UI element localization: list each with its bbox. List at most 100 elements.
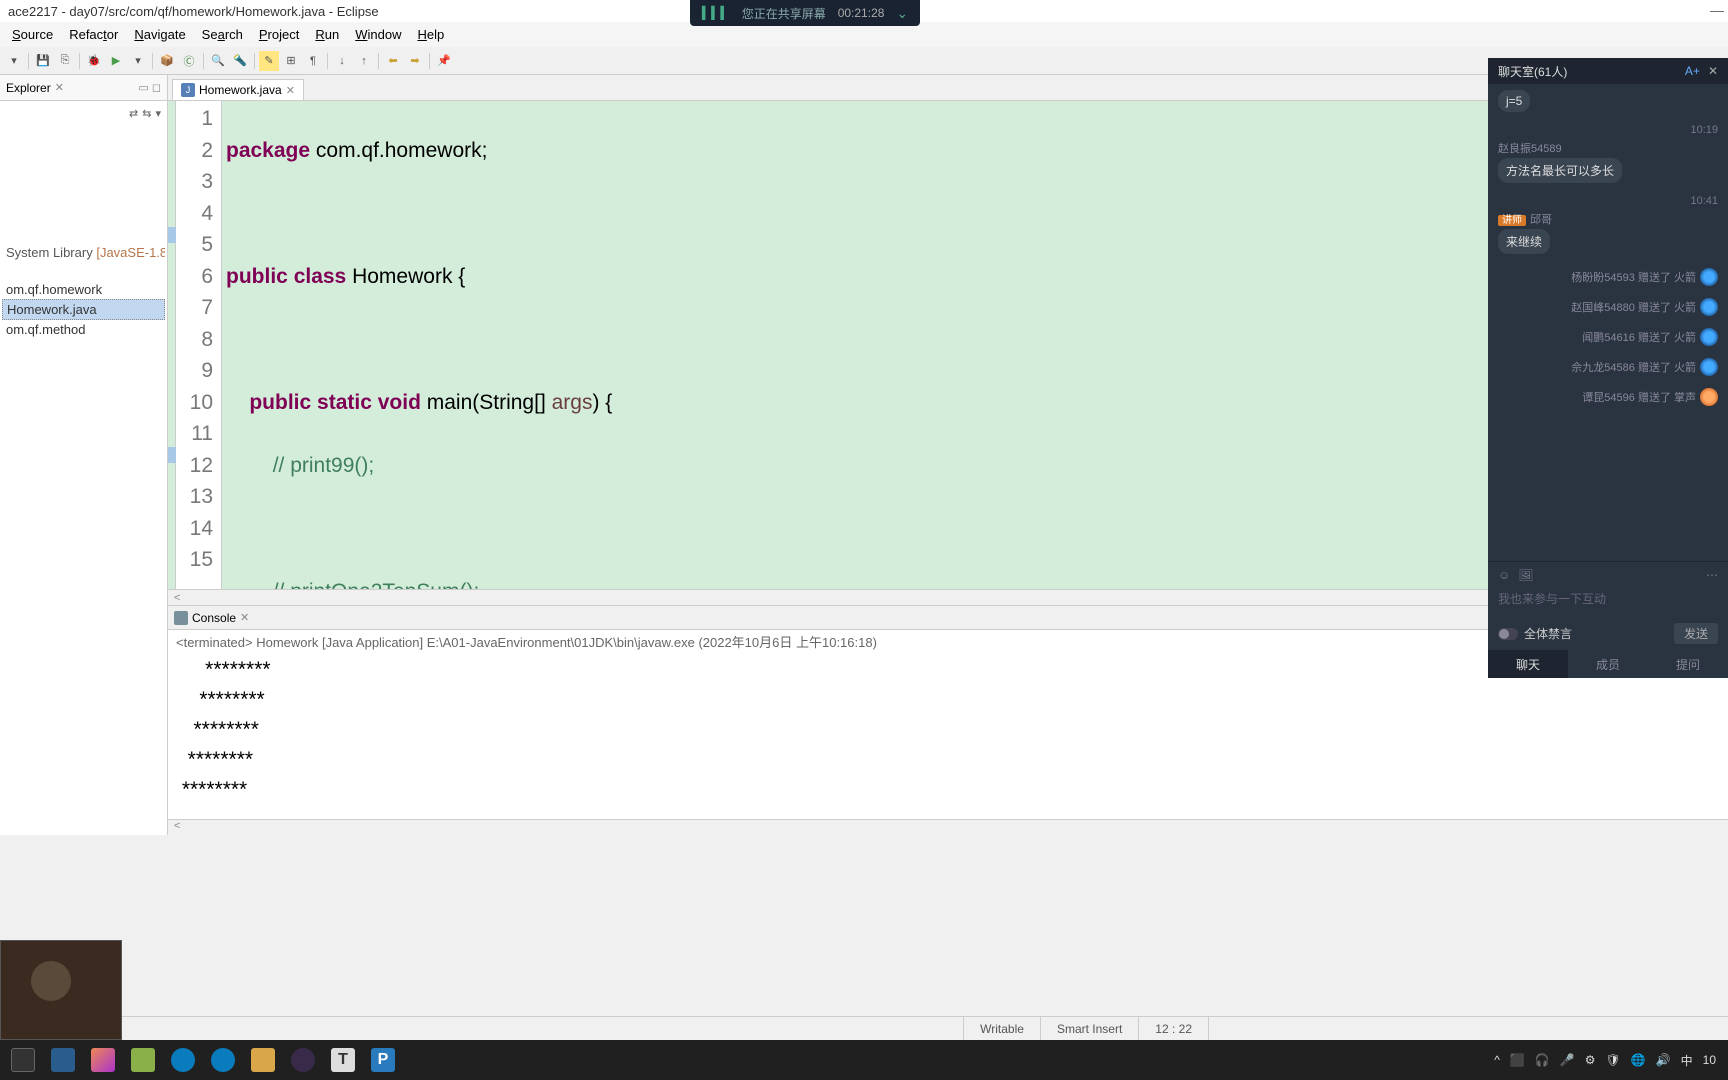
editor-tab-homework[interactable]: J Homework.java ✕ <box>172 79 304 100</box>
console-tab[interactable]: Console <box>192 611 236 625</box>
taskbar-app[interactable]: T <box>324 1043 362 1077</box>
tray-network-icon[interactable]: 🌐 <box>1631 1053 1646 1067</box>
prev-annotation-button[interactable]: ↑ <box>354 51 374 71</box>
next-annotation-button[interactable]: ↓ <box>332 51 352 71</box>
menu-search[interactable]: Search <box>194 25 251 44</box>
taskbar-app[interactable] <box>244 1043 282 1077</box>
jre-library[interactable]: System Library [JavaSE-1.8] <box>2 243 165 262</box>
taskbar-app[interactable] <box>4 1043 42 1077</box>
toolbar: ▾ 💾 ⎘ 🐞 ▶ ▾ 📦 Ⓒ 🔍 🔦 ✎ ⊞ ¶ ↓ ↑ ⬅ ➡ 📌 <box>0 47 1728 75</box>
taskbar-app[interactable] <box>84 1043 122 1077</box>
tray-chevron-icon[interactable]: ^ <box>1494 1053 1500 1067</box>
menu-refactor[interactable]: Refactor <box>61 25 126 44</box>
link-editor-icon[interactable]: ⇆ <box>142 107 151 120</box>
taskbar-app[interactable] <box>124 1043 162 1077</box>
clap-icon <box>1700 388 1718 406</box>
more-icon[interactable]: ⋯ <box>1706 568 1718 582</box>
minimize-icon[interactable]: ▭ ◻ <box>138 81 161 94</box>
menu-run[interactable]: Run <box>307 25 347 44</box>
tray-icon[interactable]: ⬛ <box>1510 1053 1525 1067</box>
toggle-mark-button[interactable]: ✎ <box>259 51 279 71</box>
close-icon[interactable]: ✕ <box>55 81 64 94</box>
webcam-overlay[interactable] <box>0 940 122 1040</box>
back-button[interactable]: ⬅ <box>383 51 403 71</box>
status-writable: Writable <box>963 1017 1040 1040</box>
gift-notification: 杨盼盼54593 赠送了 火箭 <box>1498 262 1718 292</box>
gift-notification: 闻鹏54616 赠送了 火箭 <box>1498 322 1718 352</box>
open-type-button[interactable]: 🔍 <box>208 51 228 71</box>
tray-icon[interactable]: ⚙ <box>1585 1053 1596 1067</box>
taskbar-app[interactable] <box>204 1043 242 1077</box>
teacher-badge: 讲师 <box>1498 215 1526 226</box>
tray-time[interactable]: 10 <box>1703 1053 1716 1067</box>
status-cursor-pos: 12 : 22 <box>1138 1017 1208 1040</box>
taskbar-app[interactable]: P <box>364 1043 402 1077</box>
tray-volume-icon[interactable]: 🔊 <box>1656 1053 1671 1067</box>
menu-navigate[interactable]: Navigate <box>126 25 193 44</box>
close-icon[interactable]: ✕ <box>1708 64 1718 78</box>
rocket-icon <box>1700 298 1718 316</box>
save-all-button[interactable]: ⎘ <box>55 51 75 71</box>
status-insert-mode: Smart Insert <box>1040 1017 1138 1040</box>
chat-username: 讲师邱哥 <box>1498 211 1718 227</box>
chat-message: j=5 <box>1498 90 1530 112</box>
close-icon[interactable]: ✕ <box>286 84 295 97</box>
tray-ime[interactable]: 中 <box>1681 1052 1693 1069</box>
show-whitespace-button[interactable]: ¶ <box>303 51 323 71</box>
toggle-block-button[interactable]: ⊞ <box>281 51 301 71</box>
tab-label: Homework.java <box>199 83 282 97</box>
tray-icon[interactable]: 🎤 <box>1560 1053 1575 1067</box>
tab-chat[interactable]: 聊天 <box>1488 650 1568 678</box>
chat-messages[interactable]: j=5 10:19 赵良振54589 方法名最长可以多长 10:41 讲师邱哥 … <box>1488 84 1728 561</box>
mute-toggle[interactable] <box>1498 628 1518 640</box>
emoji-icon[interactable]: ☺ <box>1498 568 1510 582</box>
new-package-button[interactable]: 📦 <box>157 51 177 71</box>
rocket-icon <box>1700 328 1718 346</box>
search-button[interactable]: 🔦 <box>230 51 250 71</box>
debug-button[interactable]: 🐞 <box>84 51 104 71</box>
send-button[interactable]: 发送 <box>1674 623 1718 644</box>
close-icon[interactable]: ✕ <box>240 611 249 624</box>
package-method[interactable]: om.qf.method <box>2 320 165 339</box>
taskbar: T P ^ ⬛ 🎧 🎤 ⚙ 🛡 🌐 🔊 中 10 <box>0 1040 1728 1080</box>
collapse-all-icon[interactable]: ⇄ <box>129 107 138 120</box>
save-button[interactable]: 💾 <box>33 51 53 71</box>
system-tray[interactable]: ^ ⬛ 🎧 🎤 ⚙ 🛡 🌐 🔊 中 10 <box>1494 1052 1724 1069</box>
taskbar-app[interactable] <box>44 1043 82 1077</box>
tray-icon[interactable]: 🎧 <box>1535 1053 1550 1067</box>
tray-icon[interactable]: 🛡 <box>1605 1053 1620 1067</box>
view-menu-icon[interactable]: ▾ <box>155 107 161 120</box>
minimize-button[interactable]: — <box>1710 2 1724 18</box>
pin-button[interactable]: 📌 <box>434 51 454 71</box>
menu-source[interactable]: Source <box>4 25 61 44</box>
package-homework[interactable]: om.qf.homework <box>2 280 165 299</box>
font-size-button[interactable]: A+ <box>1685 64 1700 78</box>
run-last-button[interactable]: ▾ <box>128 51 148 71</box>
menu-help[interactable]: Help <box>409 25 452 44</box>
taskbar-app[interactable] <box>164 1043 202 1077</box>
run-button[interactable]: ▶ <box>106 51 126 71</box>
menu-project[interactable]: Project <box>251 25 307 44</box>
file-homework-java[interactable]: Homework.java <box>2 299 165 320</box>
chevron-down-icon[interactable]: ⌄ <box>896 5 908 22</box>
forward-button[interactable]: ➡ <box>405 51 425 71</box>
rocket-icon <box>1700 268 1718 286</box>
window-title: ace2217 - day07/src/com/qf/homework/Home… <box>8 4 379 19</box>
chat-panel: 聊天室(61人) A+ ✕ j=5 10:19 赵良振54589 方法名最长可以… <box>1488 58 1728 678</box>
chat-username: 赵良振54589 <box>1498 140 1718 156</box>
image-icon[interactable]: 🖼 <box>1518 568 1533 582</box>
chat-message: 来继续 <box>1498 229 1550 254</box>
console-h-scroll[interactable]: < <box>168 819 1728 835</box>
new-class-button[interactable]: Ⓒ <box>179 51 199 71</box>
screen-share-bar[interactable]: ▍▍▍ 您正在共享屏幕 00:21:28 ⌄ <box>690 0 920 26</box>
chat-message: 方法名最长可以多长 <box>1498 158 1622 183</box>
tab-questions[interactable]: 提问 <box>1648 650 1728 678</box>
chat-input[interactable]: 我也来参与一下互动 <box>1498 586 1718 611</box>
taskbar-app[interactable] <box>284 1043 322 1077</box>
menu-window[interactable]: Window <box>347 25 409 44</box>
new-button[interactable]: ▾ <box>4 51 24 71</box>
tab-members[interactable]: 成员 <box>1568 650 1648 678</box>
gift-notification: 佘九龙54586 赠送了 火箭 <box>1498 352 1718 382</box>
explorer-tab[interactable]: Explorer ✕ ▭ ◻ <box>0 75 167 101</box>
gift-notification: 谭昆54596 赠送了 掌声 <box>1498 382 1718 412</box>
